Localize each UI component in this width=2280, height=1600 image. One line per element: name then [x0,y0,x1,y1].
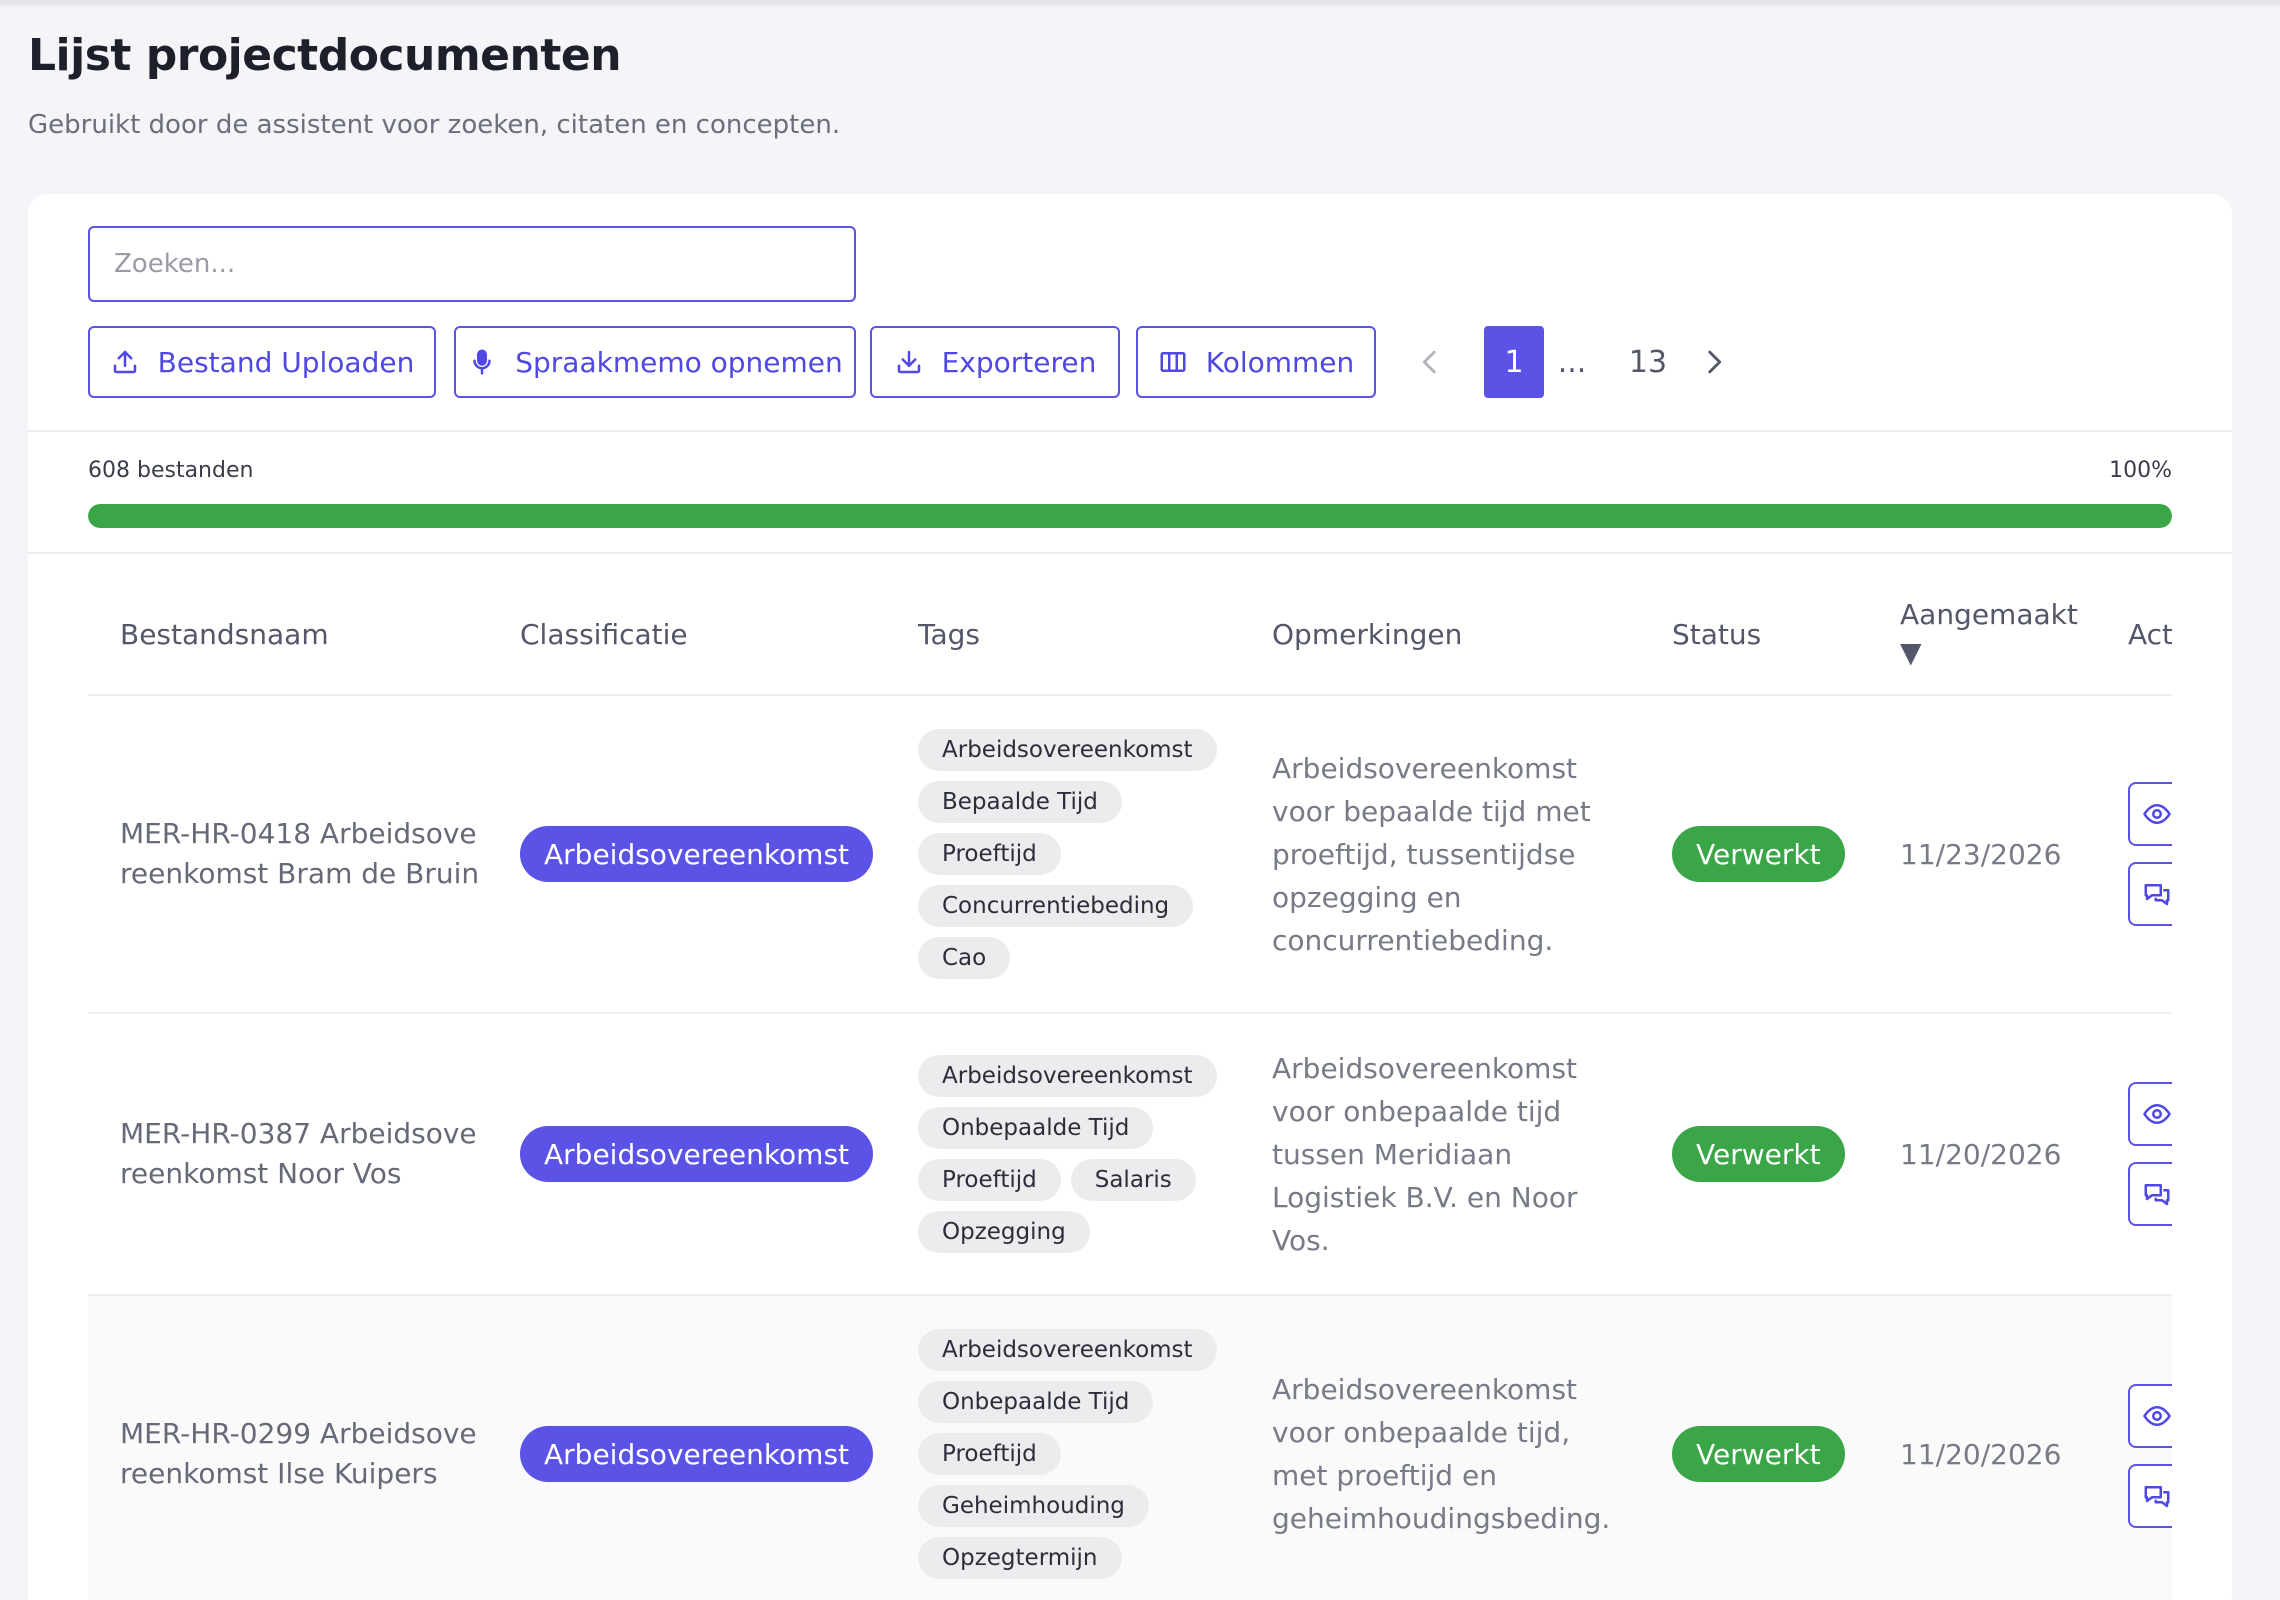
voice-memo-button[interactable]: Spraakmemo opnemen [454,326,856,398]
status-badge: Verwerkt [1672,1126,1845,1182]
next-page-button[interactable] [1690,326,1738,398]
comment-button[interactable] [2128,862,2172,926]
status-badge: Verwerkt [1672,826,1845,882]
tag-chip: Arbeidsovereenkomst [918,1055,1217,1097]
tag-chip: Bepaalde Tijd [918,781,1122,823]
row-created-date: 11/20/2026 [1900,1437,2062,1471]
export-button[interactable]: Exporteren [870,326,1120,398]
upload-button-label: Bestand Uploaden [157,345,415,379]
sort-descending-icon: ▼ [1900,636,1922,669]
table-row[interactable]: MER-HR-0299 Arbeidsovereenkomst Ilse Kui… [88,1296,2172,1600]
tag-chip: Geheimhouding [918,1485,1149,1527]
search-input[interactable] [88,226,856,302]
row-tags: Arbeidsovereenkomst Bepaalde Tijd Proeft… [918,696,1218,1012]
row-tags: Arbeidsovereenkomst Onbepaalde Tijd Proe… [918,1014,1218,1294]
row-status: Verwerkt [1672,1296,1845,1600]
row-remark: Arbeidsovereenkomst voor bepaalde tijd m… [1272,751,1591,957]
tag-list: Arbeidsovereenkomst Onbepaalde Tijd Proe… [918,1329,1218,1579]
columns-button[interactable]: Kolommen [1136,326,1376,398]
column-header-filename[interactable]: Bestandsnaam [120,574,329,694]
top-bar-shadow [0,0,2280,4]
divider [28,552,2232,554]
tag-chip: Onbepaalde Tijd [918,1381,1154,1423]
tag-chip: Proeftijd [918,1433,1061,1475]
chevron-left-icon [1422,350,1436,374]
table-row[interactable]: MER-HR-0387 Arbeidsovereenkomst Noor Vos… [88,1014,2172,1296]
page-subtitle: Gebruikt door de assistent voor zoeken, … [28,110,841,140]
row-tags: Arbeidsovereenkomst Onbepaalde Tijd Proe… [918,1296,1218,1600]
tag-chip: Proeftijd [918,833,1061,875]
page-ellipsis: ... [1557,344,1587,380]
row-classification: Arbeidsovereenkomst [520,1014,874,1294]
column-header-status[interactable]: Status [1672,574,1761,694]
divider [28,430,2232,432]
column-header-classification[interactable]: Classificatie [520,574,688,694]
row-remark: Arbeidsovereenkomst voor onbepaalde tijd… [1272,1373,1611,1535]
view-button[interactable] [2128,1082,2172,1146]
page-title: Lijst projectdocumenten [28,30,622,81]
row-status: Verwerkt [1672,696,1845,1012]
tag-list: Arbeidsovereenkomst Onbepaalde Tijd Proe… [918,1055,1218,1253]
eye-icon [2143,1405,2171,1427]
tag-chip: Concurrentiebeding [918,885,1194,927]
files-count: 608 bestanden [88,458,254,483]
view-button[interactable] [2128,782,2172,846]
row-filename[interactable]: MER-HR-0299 Arbeidsovereenkomst Ilse Kui… [120,1296,480,1600]
comment-button[interactable] [2128,1162,2172,1226]
tag-chip: Arbeidsovereenkomst [918,1329,1217,1371]
tag-chip: Opzegtermijn [918,1537,1122,1579]
eye-icon [2143,803,2171,825]
row-remark: Arbeidsovereenkomst voor onbepaalde tijd… [1272,1051,1578,1257]
row-classification: Arbeidsovereenkomst [520,1296,874,1600]
export-button-label: Exporteren [941,345,1097,379]
row-status: Verwerkt [1672,1014,1845,1294]
eye-icon [2143,1103,2171,1125]
microphone-icon [473,349,491,375]
column-header-actions[interactable]: Act [2128,574,2172,694]
tag-chip: Salaris [1070,1159,1196,1201]
table-row[interactable]: MER-HR-0418 Arbeidsovereenkomst Bram de … [88,696,2172,1014]
tag-chip: Proeftijd [918,1159,1061,1201]
chat-icon [2144,1486,2170,1508]
chat-icon [2144,884,2170,906]
progress-bar [88,504,2172,528]
tag-chip: Cao [918,937,1011,979]
columns-icon [1160,352,1186,372]
row-filename[interactable]: MER-HR-0387 Arbeidsovereenkomst Noor Vos [120,1014,480,1294]
prev-page-button[interactable] [1406,326,1454,398]
progress-bar-fill [88,504,2172,528]
download-icon [897,350,920,374]
chevron-right-icon [1708,350,1722,374]
progress-percent: 100% [2109,458,2172,483]
status-badge: Verwerkt [1672,1426,1845,1482]
comment-button[interactable] [2128,1464,2172,1528]
view-button[interactable] [2128,1384,2172,1448]
tag-chip: Opzegging [918,1211,1090,1253]
tag-list: Arbeidsovereenkomst Bepaalde Tijd Proeft… [918,729,1218,979]
columns-button-label: Kolommen [1205,345,1355,379]
classification-badge: Arbeidsovereenkomst [520,1426,874,1482]
row-created-date: 11/20/2026 [1900,1137,2062,1171]
tag-chip: Arbeidsovereenkomst [918,729,1217,771]
chat-icon [2144,1184,2170,1206]
documents-card: Bestand Uploaden Spraakmemo opnemen Expo… [28,194,2232,1600]
voice-memo-button-label: Spraakmemo opnemen [515,345,843,379]
upload-icon [113,350,136,374]
classification-badge: Arbeidsovereenkomst [520,1126,874,1182]
classification-badge: Arbeidsovereenkomst [520,826,874,882]
column-header-created[interactable]: Aangemaakt ▼ [1900,574,2078,694]
documents-table: Bestandsnaam Classificatie Tags Opmerkin… [88,574,2172,1600]
upload-button[interactable]: Bestand Uploaden [88,326,436,398]
column-header-created-label: Aangemaakt [1900,598,2078,631]
page-13-button[interactable]: 13 [1618,326,1678,398]
column-header-tags[interactable]: Tags [918,574,980,694]
row-filename[interactable]: MER-HR-0418 Arbeidsovereenkomst Bram de … [120,696,480,1012]
row-classification: Arbeidsovereenkomst [520,696,874,1012]
page-1-button[interactable]: 1 [1484,326,1544,398]
column-header-remarks[interactable]: Opmerkingen [1272,574,1462,694]
tag-chip: Onbepaalde Tijd [918,1107,1154,1149]
row-created-date: 11/23/2026 [1900,837,2062,871]
